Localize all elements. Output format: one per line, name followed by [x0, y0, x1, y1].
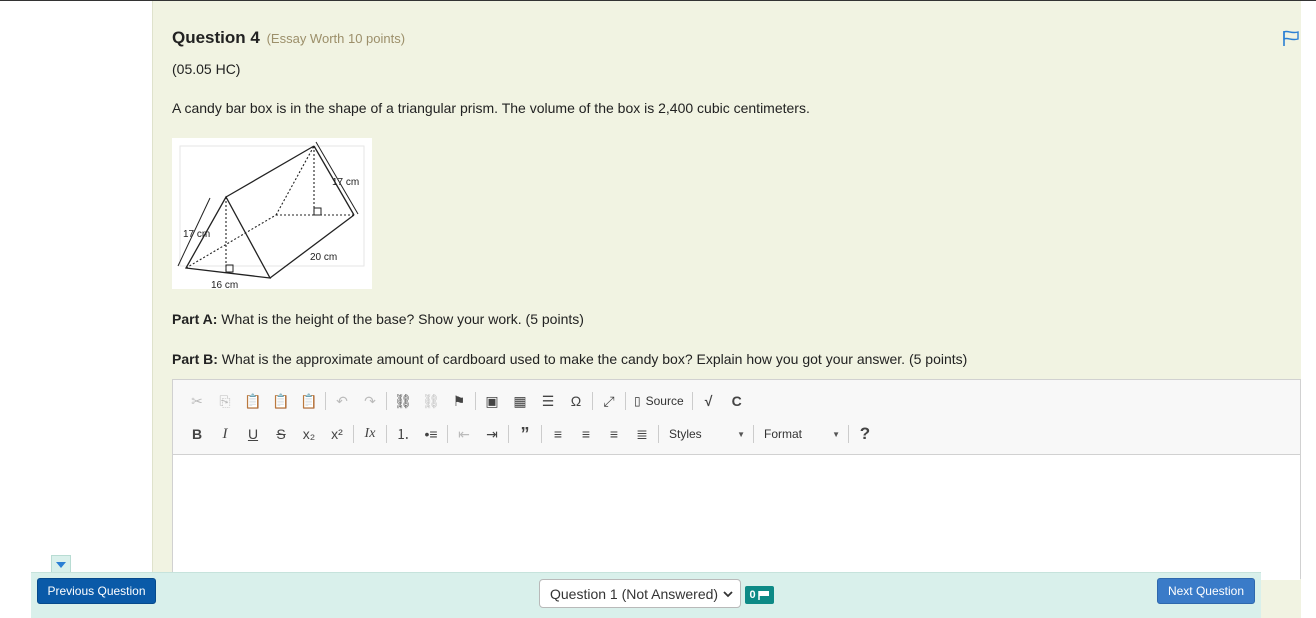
math-icon[interactable]: √	[695, 388, 723, 414]
toolbar-separator	[753, 425, 754, 443]
paste-word-icon[interactable]: 📋	[295, 388, 323, 414]
label-slant-top: 17 cm	[332, 177, 359, 188]
part-b-text: What is the approximate amount of cardbo…	[217, 351, 968, 367]
paste-text-icon[interactable]: 📋	[267, 388, 295, 414]
flag-question-button[interactable]	[1281, 29, 1301, 47]
label-slant-left: 17 cm	[183, 229, 210, 240]
toolbar-row-1: ✂ ⎘ 📋 📋 📋 ↶ ↷ ⛓ ⛓ ⚑ ▣ ▦ ☰ Ω ⤢ ▯ Source √…	[183, 388, 751, 414]
remove-format-icon[interactable]: Ix	[356, 421, 384, 447]
toolbar-separator	[625, 392, 626, 410]
maximize-icon[interactable]: ⤢	[595, 388, 623, 414]
previous-question-button[interactable]: Previous Question	[37, 578, 156, 604]
justify-icon[interactable]: ≣	[628, 421, 656, 447]
label-base: 16 cm	[211, 280, 238, 289]
chemistry-icon[interactable]: C	[723, 388, 751, 414]
toolbar-row-2: B I U S x₂ x² Ix ⒈ •≡ ⇤ ⇥ ” ≡ ≡ ≡ ≣ Styl…	[183, 421, 879, 447]
table-icon[interactable]: ▦	[506, 388, 534, 414]
italic-icon[interactable]: I	[211, 421, 239, 447]
question-title: Question 4	[172, 28, 260, 47]
question-text: A candy bar box is in the shape of a tri…	[172, 100, 810, 116]
source-icon: ▯	[634, 394, 641, 408]
right-gutter	[1301, 1, 1316, 618]
toolbar-separator	[353, 425, 354, 443]
special-char-icon[interactable]: Ω	[562, 388, 590, 414]
chevron-down-icon: ▼	[832, 429, 840, 439]
source-label: Source	[645, 394, 684, 408]
help-button[interactable]: ?	[851, 421, 879, 447]
toolbar-separator	[475, 392, 476, 410]
bold-icon[interactable]: B	[183, 421, 211, 447]
format-dropdown[interactable]: Format ▼	[756, 421, 846, 447]
numbered-list-icon[interactable]: ⒈	[389, 421, 417, 447]
align-center-icon[interactable]: ≡	[572, 421, 600, 447]
toolbar-separator	[447, 425, 448, 443]
paste-icon[interactable]: 📋	[239, 388, 267, 414]
underline-icon[interactable]: U	[239, 421, 267, 447]
blockquote-icon[interactable]: ”	[511, 421, 539, 447]
caret-down-icon	[56, 561, 66, 568]
question-select-value: Question 1 (Not Answered)	[550, 585, 719, 602]
align-left-icon[interactable]: ≡	[544, 421, 572, 447]
part-a-label: Part A:	[172, 311, 218, 327]
indent-icon[interactable]: ⇥	[478, 421, 506, 447]
source-button[interactable]: ▯ Source	[628, 388, 690, 414]
question-select[interactable]: Question 1 (Not Answered)	[539, 579, 741, 608]
toolbar-separator	[592, 392, 593, 410]
strike-icon[interactable]: S	[267, 421, 295, 447]
question-code: (05.05 HC)	[172, 61, 241, 77]
toolbar-separator	[541, 425, 542, 443]
question-header: Question 4 (Essay Worth 10 points)	[172, 28, 405, 48]
flag-count-value: 0	[749, 589, 756, 601]
toolbar-separator	[691, 392, 693, 410]
link-icon[interactable]: ⛓	[389, 388, 417, 414]
chevron-down-icon	[723, 591, 733, 598]
anchor-icon[interactable]: ⚑	[445, 388, 473, 414]
next-question-button[interactable]: Next Question	[1157, 578, 1255, 604]
flag-count-badge: 0	[745, 586, 774, 604]
editor-toolbar: ✂ ⎘ 📋 📋 📋 ↶ ↷ ⛓ ⛓ ⚑ ▣ ▦ ☰ Ω ⤢ ▯ Source √…	[173, 380, 1300, 455]
cut-icon[interactable]: ✂	[183, 388, 211, 414]
image-icon[interactable]: ▣	[478, 388, 506, 414]
styles-label: Styles	[669, 427, 702, 441]
align-right-icon[interactable]: ≡	[600, 421, 628, 447]
horizontal-rule-icon[interactable]: ☰	[534, 388, 562, 414]
editor-content-area[interactable]	[173, 455, 1300, 580]
flag-icon	[1283, 30, 1299, 46]
undo-icon[interactable]: ↶	[328, 388, 356, 414]
format-label: Format	[764, 427, 803, 441]
subscript-icon[interactable]: x₂	[295, 421, 323, 447]
prism-figure: 17 cm 17 cm 20 cm 16 cm	[172, 138, 372, 291]
part-a: Part A: What is the height of the base? …	[172, 311, 584, 327]
part-b: Part B: What is the approximate amount o…	[172, 351, 967, 367]
toolbar-separator	[386, 425, 387, 443]
part-a-text: What is the height of the base? Show you…	[217, 311, 584, 327]
toolbar-separator	[658, 425, 659, 443]
bulleted-list-icon[interactable]: •≡	[417, 421, 445, 447]
flag-icon	[757, 590, 769, 600]
toolbar-separator	[508, 425, 509, 443]
question-worth: (Essay Worth 10 points)	[266, 31, 406, 46]
unlink-icon[interactable]: ⛓	[417, 388, 445, 414]
styles-dropdown[interactable]: Styles ▼	[661, 421, 751, 447]
outdent-icon[interactable]: ⇤	[450, 421, 478, 447]
rich-text-editor: ✂ ⎘ 📋 📋 📋 ↶ ↷ ⛓ ⛓ ⚑ ▣ ▦ ☰ Ω ⤢ ▯ Source √…	[172, 379, 1301, 580]
part-b-label: Part B:	[172, 351, 218, 367]
toolbar-separator	[386, 392, 387, 410]
toolbar-separator	[325, 392, 326, 410]
footer-toggle-button[interactable]	[51, 555, 71, 573]
label-length: 20 cm	[310, 252, 337, 263]
left-gutter	[0, 1, 152, 618]
copy-icon[interactable]: ⎘	[211, 388, 239, 414]
toolbar-separator	[848, 425, 849, 443]
redo-icon[interactable]: ↷	[356, 388, 384, 414]
superscript-icon[interactable]: x²	[323, 421, 351, 447]
chevron-down-icon: ▼	[737, 429, 745, 439]
navigation-footer: Previous Question Question 1 (Not Answer…	[31, 572, 1261, 618]
triangular-prism-diagram: 17 cm 17 cm 20 cm 16 cm	[177, 141, 365, 291]
